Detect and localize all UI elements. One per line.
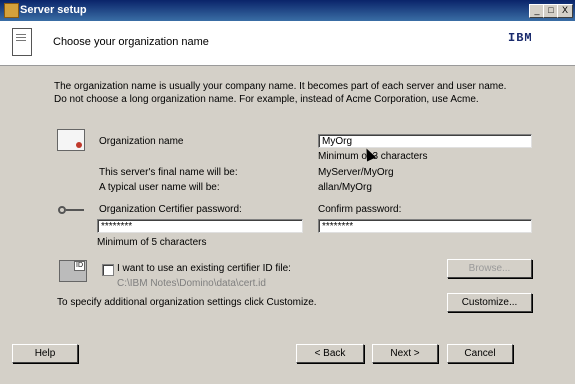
customize-button[interactable]: Customize...: [447, 293, 532, 312]
title-bar: Server setup _ □ X: [0, 0, 575, 21]
browse-button[interactable]: Browse...: [447, 259, 532, 278]
certificate-icon: [57, 129, 85, 151]
key-icon: [58, 206, 84, 214]
page-title: Choose your organization name: [53, 36, 209, 48]
password-hint: Minimum of 5 characters: [97, 237, 207, 248]
user-name-value: allan/MyOrg: [318, 182, 372, 193]
wizard-header: Choose your organization name IBM: [0, 21, 575, 66]
existing-certifier-checkbox[interactable]: [102, 264, 114, 276]
intro-line-1: The organization name is usually your co…: [54, 81, 507, 92]
user-name-label: A typical user name will be:: [99, 182, 220, 193]
next-button[interactable]: Next >: [372, 344, 438, 363]
server-name-value: MyServer/MyOrg: [318, 167, 394, 178]
certifier-path: C:\IBM Notes\Domino\data\cert.id: [117, 278, 266, 289]
ibm-logo: IBM: [508, 31, 533, 45]
close-button[interactable]: X: [557, 4, 573, 18]
back-button[interactable]: < Back: [296, 344, 364, 363]
org-name-input[interactable]: MyOrg: [318, 134, 532, 148]
help-button[interactable]: Help: [12, 344, 78, 363]
certifier-password-input[interactable]: ********: [97, 219, 303, 233]
confirm-password-label: Confirm password:: [318, 204, 402, 215]
intro-line-2: Do not choose a long organization name. …: [54, 94, 479, 105]
id-file-icon: [59, 260, 87, 282]
window-title: Server setup: [20, 4, 87, 16]
certifier-password-label: Organization Certifier password:: [99, 204, 242, 215]
org-name-label: Organization name: [99, 136, 184, 147]
document-icon: [12, 28, 32, 56]
confirm-password-input[interactable]: ********: [318, 219, 532, 233]
customize-text: To specify additional organization setti…: [57, 297, 317, 308]
cancel-button[interactable]: Cancel: [447, 344, 513, 363]
server-name-label: This server's final name will be:: [99, 167, 238, 178]
app-icon: [4, 3, 19, 18]
existing-certifier-label: I want to use an existing certifier ID f…: [117, 263, 291, 274]
